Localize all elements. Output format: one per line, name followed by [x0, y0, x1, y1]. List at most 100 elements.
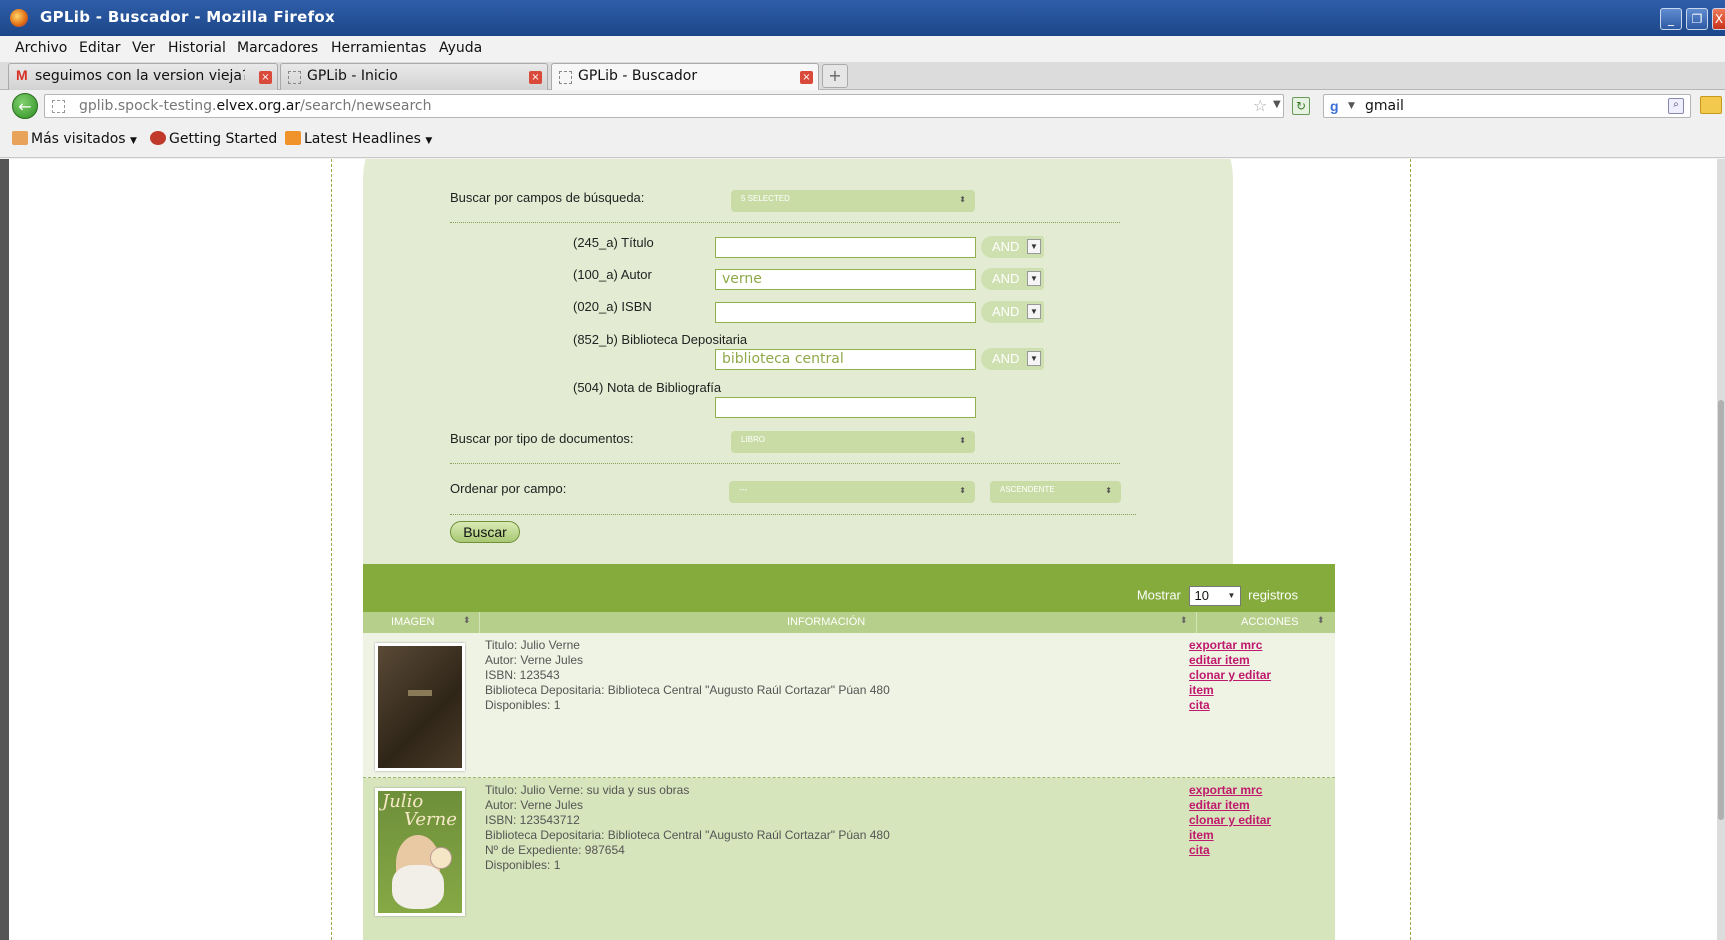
tab-gmail[interactable]: M seguimos con la version vieja?... ×: [8, 63, 278, 90]
bookmark-mas-visitados[interactable]: Más visitados ▼: [12, 131, 137, 147]
url-text[interactable]: gplib.spock-testing.elvex.org.ar/search/…: [79, 98, 432, 114]
bookmark-star-icon[interactable]: ☆: [1253, 96, 1267, 115]
page-length-control: Mostrar 10 ▼ registros: [1137, 586, 1298, 606]
page-icon: [559, 71, 572, 84]
page-length-select[interactable]: 10 ▼: [1188, 586, 1241, 606]
order-direction-select[interactable]: ASCENDENTE ⬍: [990, 481, 1121, 503]
url-host-prefix: gplib.spock-testing.: [79, 98, 217, 114]
rss-icon: [285, 131, 301, 145]
menu-marcadores[interactable]: Marcadores: [237, 40, 318, 56]
book-cover-image: [375, 643, 465, 771]
cite-link[interactable]: cita: [1189, 698, 1271, 713]
clone-edit-link[interactable]: clonar y editar: [1189, 813, 1271, 828]
tab-label: GPLib - Inicio: [307, 68, 398, 84]
close-icon[interactable]: ×: [259, 71, 272, 84]
close-icon[interactable]: X: [1712, 8, 1725, 30]
column-header-acciones[interactable]: ACCIONES: [1241, 616, 1298, 628]
book-cover-image: Julio Verne: [375, 788, 465, 916]
folder-icon[interactable]: [1700, 96, 1722, 114]
isbn-input[interactable]: [715, 302, 976, 323]
new-tab-icon[interactable]: +: [822, 64, 848, 88]
search-bar[interactable]: g ▼ gmail ⌕: [1323, 94, 1691, 118]
menu-ayuda[interactable]: Ayuda: [439, 40, 482, 56]
search-button[interactable]: Buscar: [450, 521, 520, 543]
window-title: GPLib - Buscador - Mozilla Firefox: [40, 8, 335, 26]
record-info: Titulo: Julio Verne: su vida y sus obras…: [485, 783, 890, 873]
menu-archivo[interactable]: Archivo: [15, 40, 67, 56]
nota-input[interactable]: [715, 397, 976, 418]
order-field-select[interactable]: --- ⬍: [729, 481, 975, 503]
history-dropdown-icon[interactable]: ▼: [1273, 99, 1281, 110]
dropdown-arrow-icon: ▼: [1027, 239, 1041, 254]
folder-icon: [12, 131, 28, 145]
export-mrc-link[interactable]: exportar mrc: [1189, 638, 1271, 653]
column-header-informacion[interactable]: INFORMACIÓN: [787, 616, 865, 628]
scrollbar-thumb[interactable]: [1718, 400, 1724, 820]
search-engine-dropdown-icon[interactable]: ▼: [1348, 101, 1355, 111]
menu-historial[interactable]: Historial: [168, 40, 226, 56]
tab-buscador[interactable]: GPLib - Buscador ×: [551, 63, 819, 91]
operator-text: AND: [992, 304, 1020, 319]
clone-edit-link-cont[interactable]: item: [1189, 683, 1271, 698]
menu-editar[interactable]: Editar: [79, 40, 120, 56]
search-query[interactable]: gmail: [1365, 98, 1404, 114]
restore-icon[interactable]: ❐: [1686, 8, 1708, 30]
record-title: Titulo: Julio Verne: su vida y sus obras: [485, 783, 690, 797]
record-info: Titulo: Julio Verne Autor: Verne Jules I…: [485, 638, 890, 713]
isbn-operator-select[interactable]: AND ▼: [981, 301, 1044, 323]
clone-edit-link[interactable]: clonar y editar: [1189, 668, 1271, 683]
export-mrc-link[interactable]: exportar mrc: [1189, 783, 1271, 798]
sort-icon[interactable]: ⬍: [1317, 615, 1325, 626]
edit-item-link[interactable]: editar item: [1189, 653, 1271, 668]
menu-herramientas[interactable]: Herramientas: [331, 40, 426, 56]
record-author: Autor: Verne Jules: [485, 653, 584, 667]
autor-input[interactable]: verne: [715, 269, 976, 290]
biblioteca-operator-select[interactable]: AND ▼: [981, 348, 1044, 370]
menu-ver[interactable]: Ver: [132, 40, 155, 56]
bookmarks-bar: Más visitados ▼ Getting Started Latest H…: [0, 122, 1725, 158]
record-title: Titulo: Julio Verne: [485, 638, 580, 652]
url-path: /search/newsearch: [300, 98, 432, 114]
menu-bar: Archivo Editar Ver Historial Marcadores …: [0, 36, 1725, 62]
close-icon[interactable]: ×: [800, 71, 813, 84]
back-arrow-icon[interactable]: ←: [12, 93, 38, 119]
clone-edit-link-cont[interactable]: item: [1189, 828, 1271, 843]
titulo-input[interactable]: [715, 237, 976, 258]
biblioteca-input[interactable]: biblioteca central: [715, 349, 976, 370]
chevron-down-icon: ▼: [425, 136, 433, 146]
doctype-select[interactable]: LIBRO ⬍: [731, 431, 975, 453]
search-icon[interactable]: ⌕: [1668, 98, 1684, 114]
updown-icon: ⬍: [959, 195, 966, 204]
fields-selected-text: 5 SELECTED: [741, 194, 790, 203]
autor-operator-select[interactable]: AND ▼: [981, 268, 1044, 290]
show-prefix: Mostrar: [1136, 587, 1181, 603]
bookmark-getting-started[interactable]: Getting Started: [150, 131, 277, 147]
bookmark-label: Más visitados: [31, 131, 126, 147]
field-label-nota: (504) Nota de Bibliografía: [573, 380, 722, 395]
google-icon[interactable]: g: [1330, 98, 1339, 114]
firefox-icon: [10, 9, 28, 27]
tab-inicio[interactable]: GPLib - Inicio ×: [280, 63, 548, 90]
cite-link[interactable]: cita: [1189, 843, 1271, 858]
order-label: Ordenar por campo:: [450, 481, 567, 496]
field-label-titulo: (245_a) Título: [573, 235, 654, 250]
sort-icon[interactable]: ⬍: [1180, 615, 1188, 626]
titulo-operator-select[interactable]: AND ▼: [981, 236, 1044, 258]
record-isbn: ISBN: 123543712: [485, 813, 580, 827]
results-table-header: IMAGEN ⬍ INFORMACIÓN ⬍ ACCIONES ⬍: [363, 612, 1335, 633]
chevron-down-icon: ▼: [130, 136, 137, 146]
reload-icon[interactable]: ↻: [1292, 97, 1310, 115]
edit-item-link[interactable]: editar item: [1189, 798, 1271, 813]
bookmark-latest-headlines[interactable]: Latest Headlines ▼: [285, 131, 432, 147]
column-header-imagen[interactable]: IMAGEN: [391, 616, 434, 628]
fields-multiselect[interactable]: 5 SELECTED ⬍: [731, 190, 975, 212]
gmail-icon: M: [16, 67, 28, 83]
close-icon[interactable]: ×: [529, 71, 542, 84]
navigation-bar: ← gplib.spock-testing.elvex.org.ar/searc…: [0, 90, 1725, 122]
minimize-icon[interactable]: _: [1660, 8, 1682, 30]
operator-text: AND: [992, 351, 1020, 366]
divider: [450, 463, 1120, 464]
cover-text-line: Verne: [404, 809, 457, 830]
url-bar[interactable]: gplib.spock-testing.elvex.org.ar/search/…: [44, 94, 1284, 118]
sort-icon[interactable]: ⬍: [463, 615, 471, 626]
